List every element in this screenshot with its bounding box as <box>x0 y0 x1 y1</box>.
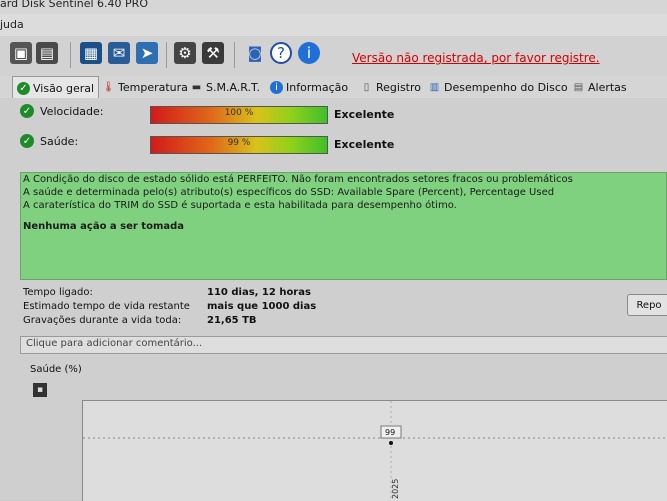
chart-icon: ▥ <box>429 81 440 93</box>
camera-icon[interactable]: ◙ <box>244 42 266 64</box>
menu-item-help[interactable]: juda <box>0 18 24 31</box>
chart-svg: 99 99 2025 <box>83 401 667 501</box>
mail-icon[interactable]: ✉ <box>108 42 130 64</box>
lifetime-value: mais que 1000 dias <box>207 301 317 312</box>
toolbar-separator <box>234 42 235 68</box>
health-chart: 99 99 2025 <box>82 400 667 501</box>
tab-overview[interactable]: ✓ Visão geral <box>12 76 100 99</box>
power-on-label: Tempo ligado: <box>23 287 93 298</box>
chart-title: Saúde (%) <box>30 364 82 375</box>
tools-icon[interactable]: ⚒ <box>202 42 224 64</box>
report-button[interactable]: Repo <box>627 294 667 316</box>
window-title: ard Disk Sentinel 6.40 PRO <box>0 0 148 10</box>
toolbar-separator <box>70 42 71 68</box>
tab-label: Registro <box>376 80 422 94</box>
menu-bar: juda <box>0 14 667 36</box>
lifetime-label: Estimado tempo de vida restante <box>23 301 190 312</box>
title-bar: ard Disk Sentinel 6.40 PRO <box>0 0 667 14</box>
health-percent: 99 % <box>227 138 251 148</box>
speed-label: Velocidade: <box>40 105 104 118</box>
gear-icon[interactable]: ⚙ <box>174 42 196 64</box>
tab-label: Temperatura <box>118 80 188 94</box>
toolbar: ▣ ▤ ▦ ✉ ➤ ⚙ ⚒ ◙ ? i Versão não registrad… <box>0 36 667 76</box>
speed-bar: 100 % <box>150 106 328 124</box>
writes-label: Gravações durante a vida toda: <box>23 315 182 326</box>
dash-icon: ▬ <box>191 81 202 93</box>
info-icon: i <box>270 80 283 94</box>
thermometer-icon: 🌡 <box>102 81 115 93</box>
writes-value: 21,65 TB <box>207 315 257 326</box>
action-text: Nenhuma ação a ser tomada <box>23 221 185 232</box>
comment-field[interactable]: Clique para adicionar comentário... <box>20 336 667 354</box>
check-icon: ✓ <box>20 104 34 118</box>
check-icon: ✓ <box>17 81 30 95</box>
health-label: Saúde: <box>40 135 79 148</box>
status-line: A Condição do disco de estado sólido est… <box>23 174 573 185</box>
health-bar: 99 % <box>150 136 328 154</box>
tab-label: Desempenho do Disco <box>444 80 568 94</box>
help-icon[interactable]: ? <box>270 42 292 64</box>
tab-log[interactable]: ▯ Registro <box>360 78 421 96</box>
status-line: A saúde e determinada pelo(s) atributo(s… <box>23 187 555 198</box>
tab-label: S.M.A.R.T. <box>206 80 260 94</box>
speed-rating: Excelente <box>334 108 395 121</box>
data-point <box>389 441 393 445</box>
tab-info[interactable]: i Informação <box>270 78 348 96</box>
tab-performance[interactable]: ▥ Desempenho do Disco <box>428 78 568 96</box>
tab-smart[interactable]: ▬ S.M.A.R.T. <box>190 78 260 96</box>
tab-bar: ✓ Visão geral 🌡 Temperatura ▬ S.M.A.R.T.… <box>0 76 667 99</box>
report-icon[interactable]: ▦ <box>80 42 102 64</box>
x-tick-label: 2025 <box>391 479 400 499</box>
save-icon[interactable]: ▪ <box>33 383 47 397</box>
toolbar-separator <box>166 42 167 68</box>
send-icon[interactable]: ➤ <box>136 42 158 64</box>
tab-alerts[interactable]: ▤ Alertas <box>572 78 627 96</box>
speed-percent: 100 % <box>224 108 254 118</box>
power-on-value: 110 dias, 12 horas <box>207 287 311 298</box>
tab-label: Alertas <box>588 80 627 94</box>
tab-label: Informação <box>286 80 349 94</box>
document-icon: ▯ <box>363 81 370 93</box>
check-icon: ✓ <box>20 134 34 148</box>
unregistered-link[interactable]: Versão não registrada, por favor registr… <box>352 51 600 65</box>
status-box: A Condição do disco de estado sólido est… <box>20 172 667 280</box>
tab-temperature[interactable]: 🌡 Temperatura <box>102 78 188 96</box>
info-icon[interactable]: i <box>298 42 320 64</box>
data-label: 99 <box>385 428 395 437</box>
tab-label: Visão geral <box>33 81 95 95</box>
disk-icon[interactable]: ▤ <box>36 42 58 64</box>
health-rating: Excelente <box>334 138 395 151</box>
comment-placeholder: Clique para adicionar comentário... <box>26 338 203 349</box>
alert-icon: ▤ <box>573 81 584 93</box>
disk-icon[interactable]: ▣ <box>10 42 32 64</box>
status-line: A caraterística do TRIM do SSD é suporta… <box>23 200 457 211</box>
